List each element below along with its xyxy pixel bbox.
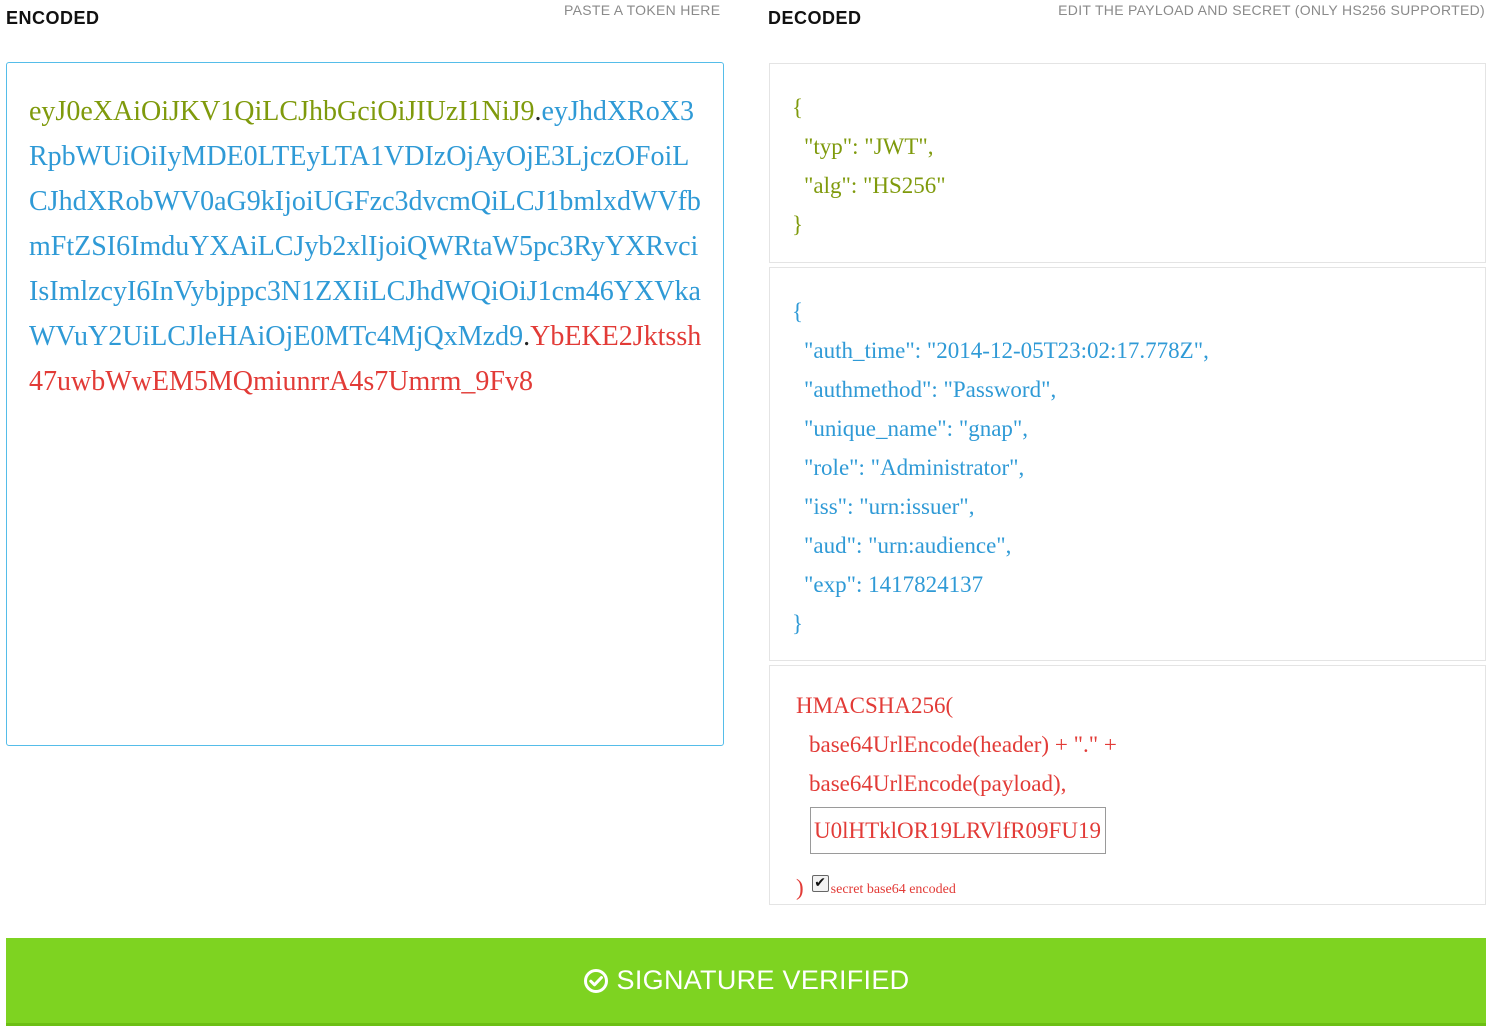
paste-token-hint: PASTE A TOKEN HERE (564, 2, 721, 18)
decoded-payload-editor[interactable]: { "auth_time": "2014-12-05T23:02:17.778Z… (769, 267, 1486, 661)
decoded-heading: DECODED (768, 8, 862, 28)
encoded-token-input[interactable]: eyJ0eXAiOiJKV1QiLCJhbGciOiJIUzI1NiJ9.eyJ… (6, 62, 724, 746)
secret-base64-checkbox[interactable]: ✔ (811, 875, 829, 892)
payload-aud-line: "aud": "urn:audience", (804, 533, 1012, 558)
json-brace: { (792, 95, 804, 120)
json-brace: } (792, 212, 804, 237)
hmac-function-open: HMACSHA256( (796, 693, 954, 718)
header-typ-line: "typ": "JWT", (804, 134, 934, 159)
payload-exp-line: "exp": 1417824137 (804, 572, 984, 597)
signature-status-bar: SIGNATURE VERIFIED (6, 938, 1486, 1026)
payload-auth-time-line: "auth_time": "2014-12-05T23:02:17.778Z", (804, 338, 1209, 363)
edit-payload-hint: EDIT THE PAYLOAD AND SECRET (ONLY HS256 … (1058, 2, 1485, 18)
payload-iss-line: "iss": "urn:issuer", (804, 494, 975, 519)
payload-authmethod-line: "authmethod": "Password", (804, 377, 1057, 402)
hmac-header-line: base64UrlEncode(header) + "." + (809, 732, 1117, 757)
json-brace: { (792, 299, 804, 324)
payload-role-line: "role": "Administrator", (804, 455, 1025, 480)
hmac-payload-line: base64UrlEncode(payload), (809, 771, 1067, 796)
token-header-part: eyJ0eXAiOiJKV1QiLCJhbGciOiJIUzI1NiJ9 (29, 96, 535, 127)
encoded-heading: ENCODED (6, 8, 100, 28)
header-alg-line: "alg": "HS256" (804, 173, 946, 198)
check-circle-icon (583, 968, 609, 994)
hmac-function-close: ) (796, 875, 804, 900)
token-separator: . (534, 96, 542, 127)
secret-base64-label: secret base64 encoded (830, 882, 956, 897)
payload-unique-name-line: "unique_name": "gnap", (804, 416, 1029, 441)
secret-input[interactable]: U0lHTklOR19LRVlfR09FU19 (810, 807, 1106, 854)
signature-panel: HMACSHA256( base64UrlEncode(header) + ".… (769, 665, 1486, 905)
token-payload-part: eyJhdXRoX3RpbWUiOiIyMDE0LTEyLTA1VDIzOjAy… (29, 96, 701, 352)
json-brace: } (792, 611, 804, 636)
signature-status-label: SIGNATURE VERIFIED (616, 965, 910, 995)
decoded-header-editor[interactable]: { "typ": "JWT", "alg": "HS256" } (769, 63, 1486, 263)
